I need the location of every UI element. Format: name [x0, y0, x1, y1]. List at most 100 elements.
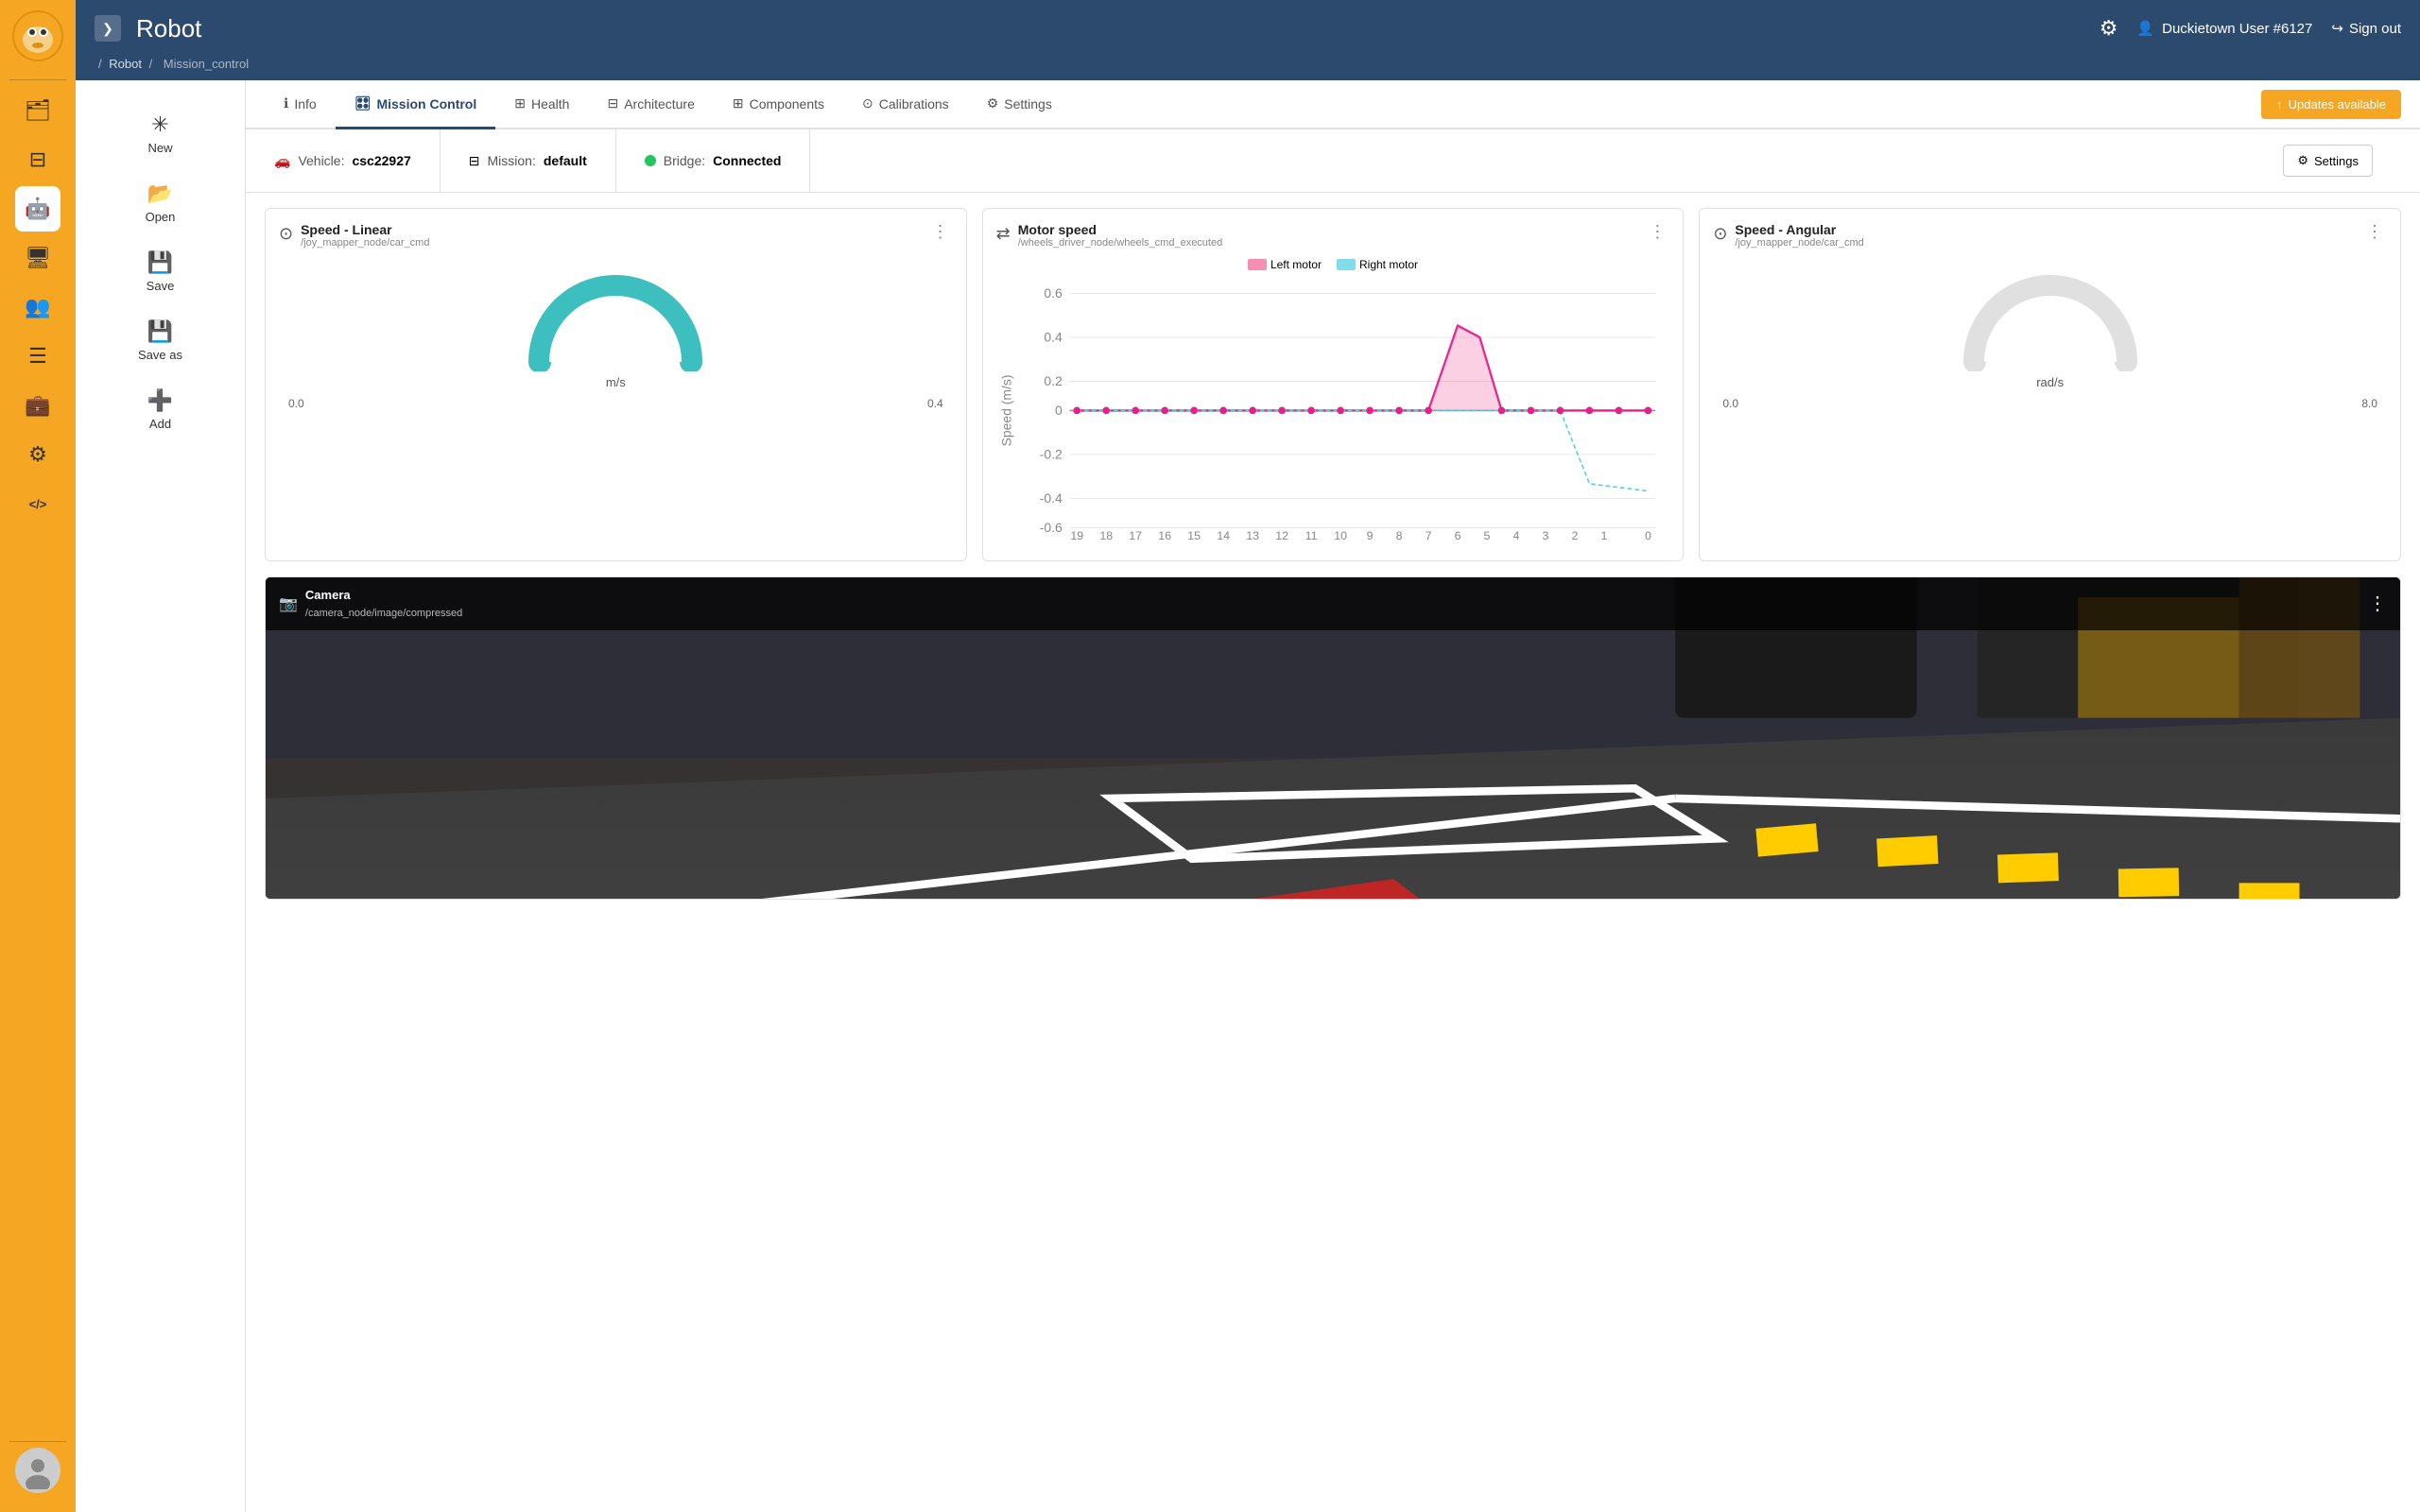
speed-linear-menu-button[interactable]: ⋮ [928, 222, 953, 242]
tab-info[interactable]: ℹ Info [265, 80, 336, 129]
svg-text:18: 18 [1099, 529, 1113, 542]
tab-health[interactable]: ⊞ Health [495, 80, 588, 129]
sign-out-button[interactable]: ↪ Sign out [2331, 20, 2401, 37]
sidebar-item-add[interactable]: ➕ Add [76, 375, 245, 444]
svg-text:8: 8 [1395, 529, 1402, 542]
speed-angular-title: Speed - Angular [1735, 222, 1863, 237]
speed-linear-title-area: Speed - Linear /joy_mapper_node/car_cmd [301, 222, 429, 249]
code-nav-icon[interactable]: </> [15, 481, 60, 526]
username: Duckietown User #6127 [2162, 21, 2312, 37]
sign-out-label: Sign out [2349, 21, 2401, 37]
speed-angular-gauge: rad/s 0.0 8.0 [1713, 258, 2387, 420]
sidebar-item-open[interactable]: 📂 Open [76, 168, 245, 237]
info-tab-label: Info [294, 96, 316, 112]
save-as-icon: 💾 [147, 319, 173, 344]
open-icon: 📂 [147, 181, 173, 206]
speed-angular-title-area: Speed - Angular /joy_mapper_node/car_cmd [1735, 222, 1863, 249]
camera-menu-button[interactable]: ⋮ [2368, 592, 2387, 615]
breadcrumb-sep: / [98, 57, 105, 71]
updates-button[interactable]: ↑ Updates available [2261, 90, 2401, 119]
settings-tab-label: Settings [1004, 96, 1052, 112]
comp-tab-label: Components [750, 96, 824, 112]
svg-text:15: 15 [1187, 529, 1201, 542]
settings-btn-label: Settings [2314, 154, 2359, 168]
tab-architecture[interactable]: ⊟ Architecture [588, 80, 713, 129]
settings-btn-icon: ⚙ [2297, 153, 2308, 168]
motor-speed-widget: ⇄ Motor speed /wheels_driver_node/wheels… [982, 208, 1685, 561]
sliders-nav-icon[interactable]: ⊟ [15, 137, 60, 182]
speed-angular-min: 0.0 [1722, 397, 1738, 410]
collapse-button[interactable]: ❯ [95, 15, 121, 42]
health-tab-icon: ⊞ [514, 95, 526, 112]
bridge-label: Bridge: [664, 153, 705, 168]
vehicle-info: 🚗 Vehicle: csc22927 [246, 129, 441, 192]
settings-button[interactable]: ⚙ Settings [2283, 145, 2373, 177]
updates-label: Updates available [2289, 97, 2386, 112]
speed-angular-widget: ⊙ Speed - Angular /joy_mapper_node/car_c… [1699, 208, 2401, 561]
user-info: 👤 Duckietown User #6127 [2136, 20, 2312, 37]
svg-text:11: 11 [1305, 529, 1317, 542]
svg-text:19: 19 [1070, 529, 1083, 542]
speed-angular-path: /joy_mapper_node/car_cmd [1735, 237, 1863, 249]
tab-settings[interactable]: ⚙ Settings [968, 80, 1071, 129]
breadcrumb-root[interactable]: Robot [109, 57, 142, 71]
save-icon: 💾 [147, 250, 173, 275]
icon-bar: 🗂 ⊟ 🤖 🖥 👥 ☰ 💼 ⚙ </> [0, 0, 76, 1512]
gear-nav-icon[interactable]: ⚙ [15, 432, 60, 477]
people-nav-icon[interactable]: 👥 [15, 284, 60, 330]
mission-tab-label: Mission Control [376, 96, 476, 112]
settings-area: ⚙ Settings [2236, 129, 2420, 192]
tab-mission-control[interactable]: 🎛 Mission Control [336, 80, 496, 129]
speed-angular-icon: ⊙ [1713, 224, 1727, 244]
svg-text:5: 5 [1483, 529, 1490, 542]
sidebar-item-save[interactable]: 💾 Save [76, 237, 245, 306]
motor-speed-menu-button[interactable]: ⋮ [1645, 222, 1669, 242]
mission-value: default [544, 153, 587, 168]
tab-components[interactable]: ⊞ Components [714, 80, 843, 129]
speed-angular-gauge-svg [1956, 267, 2145, 371]
bag-nav-icon[interactable]: 💼 [15, 383, 60, 428]
svg-text:7: 7 [1425, 529, 1431, 542]
speed-angular-range: 0.0 8.0 [1713, 397, 2387, 410]
page-title: Robot [136, 14, 2100, 43]
motor-speed-icon: ⇄ [996, 224, 1011, 244]
bridge-status-dot [645, 155, 656, 166]
speed-angular-menu-button[interactable]: ⋮ [2362, 222, 2387, 242]
svg-text:3: 3 [1542, 529, 1548, 542]
left-motor-legend: Left motor [1248, 258, 1322, 271]
user-avatar[interactable] [15, 1448, 60, 1493]
svg-text:12: 12 [1275, 529, 1288, 542]
svg-text:0: 0 [1645, 529, 1651, 542]
monitor-nav-icon[interactable]: 🖥 [15, 235, 60, 281]
app-logo [11, 9, 64, 62]
list-nav-icon[interactable]: ☰ [15, 334, 60, 379]
health-tab-label: Health [531, 96, 569, 112]
calib-tab-label: Calibrations [879, 96, 949, 112]
settings-gear-button[interactable]: ⚙ [2100, 16, 2118, 41]
motor-speed-path: /wheels_driver_node/wheels_cmd_executed [1018, 237, 1222, 249]
svg-text:17: 17 [1129, 529, 1142, 542]
left-motor-color [1248, 259, 1267, 270]
svg-text:0.6: 0.6 [1044, 285, 1063, 301]
vehicle-label: Vehicle: [298, 153, 344, 168]
speed-linear-gauge-svg [521, 267, 710, 371]
svg-text:-0.4: -0.4 [1039, 490, 1062, 506]
robot-nav-icon[interactable]: 🤖 [15, 186, 60, 232]
info-tab-icon: ℹ [284, 95, 288, 112]
svg-text:16: 16 [1158, 529, 1171, 542]
sidebar-item-new[interactable]: ✳ New [76, 99, 245, 168]
sidebar-item-save-as[interactable]: 💾 Save as [76, 306, 245, 375]
sidebar: ✳ New 📂 Open 💾 Save 💾 Save as ➕ Add [76, 80, 246, 1512]
speed-linear-max: 0.4 [927, 397, 943, 410]
motor-speed-title: Motor speed [1018, 222, 1222, 237]
user-icon: 👤 [2136, 20, 2154, 37]
motor-chart-svg: 0.6 0.4 0.2 0 -0.2 -0.4 -0.6 Speed (m/s) [996, 279, 1670, 542]
motor-chart-container: 0.6 0.4 0.2 0 -0.2 -0.4 -0.6 Speed (m/s) [996, 279, 1670, 547]
tab-calibrations[interactable]: ⊙ Calibrations [843, 80, 968, 129]
info-bar: 🚗 Vehicle: csc22927 ⊟ Mission: default B… [246, 129, 2420, 193]
vehicle-value: csc22927 [352, 153, 410, 168]
mission-icon: ⊟ [469, 153, 480, 169]
mission-info: ⊟ Mission: default [441, 129, 616, 192]
tabs-bar: ℹ Info 🎛 Mission Control ⊞ Health ⊟ Arch… [246, 80, 2420, 129]
folder-nav-icon[interactable]: 🗂 [15, 88, 60, 133]
